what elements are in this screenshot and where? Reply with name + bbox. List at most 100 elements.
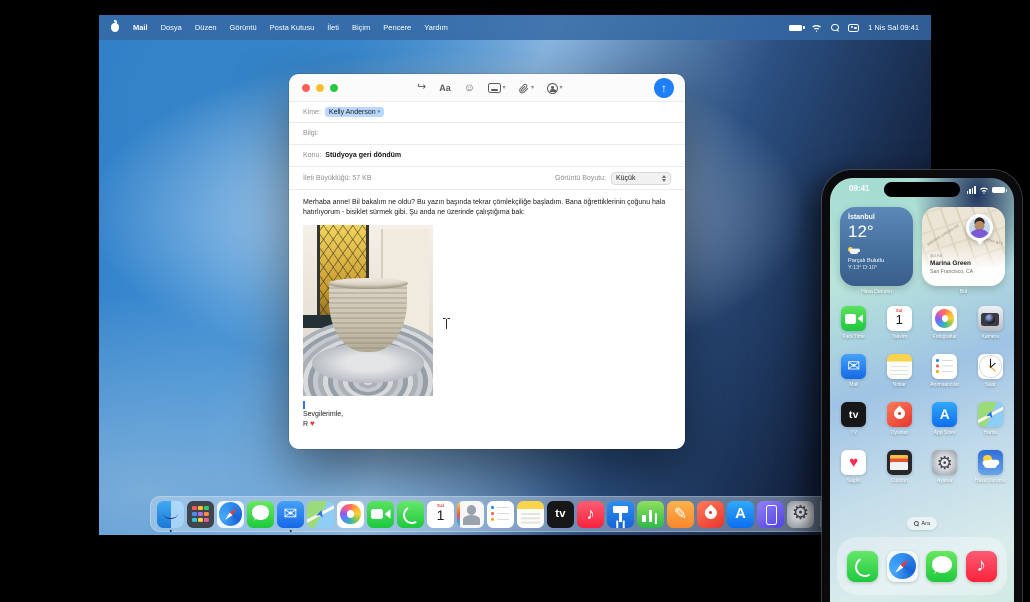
iphone-app-mail[interactable]: Mail (832, 354, 876, 402)
app-label: Saat (985, 382, 995, 388)
apple-menu-icon[interactable] (111, 23, 119, 32)
emoji-button[interactable]: ☺ (464, 83, 475, 94)
menu-items: Mail Dosya Düzen Görüntü Posta Kutusu İleti Bi… (133, 23, 461, 32)
iphone-dock-muzik[interactable] (966, 551, 997, 582)
iphone-dock-mesajlar[interactable] (926, 551, 957, 582)
iphone-app-takvim[interactable]: Sal1Takvim (877, 306, 921, 354)
menu-bar-clock[interactable]: 1 Nis Sal 09:41 (868, 23, 919, 32)
numbers-icon (637, 501, 664, 528)
insert-more-button[interactable]: ▾ (547, 83, 563, 94)
dock-item-numbers[interactable] (637, 501, 664, 528)
subject-field[interactable]: Konu: Stüdyoya geri döndüm (289, 145, 685, 167)
dock-item-games[interactable] (697, 501, 724, 528)
iphone-app-harita[interactable]: Harita (968, 402, 1012, 450)
iphone-app-notlar[interactable]: Notlar (877, 354, 921, 402)
iphone-app-ayarlar[interactable]: Ayarlar (923, 450, 967, 498)
menu-dosya[interactable]: Dosya (161, 23, 182, 32)
dock-item-launchpad[interactable] (187, 501, 214, 528)
weather-widget[interactable]: İstanbul 12° Parçalı Bulutlu Y:13° D:10° (840, 207, 913, 286)
reminders-icon (487, 501, 514, 528)
iphone-app-hava-durumu[interactable]: Hava Durumu (968, 450, 1012, 498)
iphone-app-c-zdan[interactable]: Cüzdan (877, 450, 921, 498)
messages-icon (247, 501, 274, 528)
dock-item-photos[interactable] (337, 501, 364, 528)
battery-icon[interactable] (789, 25, 802, 31)
message-body[interactable]: Merhaba anne! Bil bakalım ne oldu? Bu ya… (289, 190, 685, 449)
app-label: Anımsatıcılar (930, 382, 959, 388)
dock-item-maps[interactable] (307, 501, 334, 528)
dock-item-notes[interactable] (517, 501, 544, 528)
undo-button[interactable]: ↩ (417, 83, 426, 94)
dock-item-music[interactable] (577, 501, 604, 528)
avatar (969, 217, 990, 238)
muzik-icon (966, 551, 997, 582)
findmy-widget[interactable]: MARINA GREEN DR MARINA BLV Şu An Marina … (922, 207, 1005, 286)
attach-button[interactable]: ▾ (518, 83, 534, 94)
chevron-down-icon: ▾ (502, 85, 505, 91)
menu-mail[interactable]: Mail (133, 23, 148, 32)
iphone-app-saat[interactable]: Saat (968, 354, 1012, 402)
iphone-app-oyunlar[interactable]: Oyunlar (877, 402, 921, 450)
dock-item-reminders[interactable] (487, 501, 514, 528)
zoom-button[interactable] (330, 84, 338, 92)
telefon-icon (847, 551, 878, 582)
minimize-button[interactable] (316, 84, 324, 92)
cc-field[interactable]: Bilgi: (289, 123, 685, 145)
app-label: Ayarlar (937, 478, 953, 484)
recipient-token[interactable]: Kelly Anderson ▾ (325, 107, 384, 117)
dock-item-finder[interactable] (157, 501, 184, 528)
dock-item-messages[interactable] (247, 501, 274, 528)
menu-yard-m[interactable]: Yardım (424, 23, 448, 32)
iphone-app-kamera[interactable]: Kamera (968, 306, 1012, 354)
format-button[interactable]: Aa (439, 84, 451, 93)
image-size-dropdown[interactable]: Küçük (611, 172, 671, 185)
dock-item-phone[interactable] (397, 501, 424, 528)
close-button[interactable] (302, 84, 310, 92)
menu-g-r-nt-[interactable]: Görüntü (230, 23, 257, 32)
iphone-app-tv[interactable]: TV (832, 402, 876, 450)
dock-item-iphone-mirroring[interactable] (757, 501, 784, 528)
pottery-photo-attachment[interactable] (303, 225, 433, 396)
oyunlar-icon (887, 402, 912, 427)
menu-i-leti[interactable]: İleti (327, 23, 339, 32)
dock-item-mail[interactable] (277, 501, 304, 528)
dock-item-keynote[interactable] (607, 501, 634, 528)
dock-item-pages[interactable] (667, 501, 694, 528)
app-label: Cüzdan (891, 478, 908, 484)
dock-item-calendar[interactable]: Sal1 (427, 501, 454, 528)
iphone-app-foto-raflar[interactable]: Fotoğraflar (923, 306, 967, 354)
iphone-app-app-store[interactable]: App Store (923, 402, 967, 450)
games-icon (697, 501, 724, 528)
message-paragraph: Merhaba anne! Bil bakalım ne oldu? Bu ya… (303, 198, 671, 218)
message-size-row: İleti Büyüklüğü: 57 KB Görüntü Boyutu: K… (289, 167, 685, 190)
spotlight-search-pill[interactable]: Ara (907, 517, 937, 530)
iphone-app-sa-l-k[interactable]: Sağlık (832, 450, 876, 498)
dock-item-facetime[interactable] (367, 501, 394, 528)
wifi-icon[interactable] (811, 23, 822, 32)
menu-d-zen[interactable]: Düzen (195, 23, 217, 32)
send-button[interactable]: ↑ (654, 78, 674, 98)
photo-browser-icon (488, 83, 501, 93)
facetime-icon (841, 306, 866, 331)
iphone-app-facetime[interactable]: FaceTime (832, 306, 876, 354)
photo-browser-button[interactable]: ▾ (488, 83, 506, 93)
dock-item-contacts[interactable] (457, 501, 484, 528)
menu-pencere[interactable]: Pencere (383, 23, 411, 32)
to-field[interactable]: Kime: Kelly Anderson ▾ (289, 102, 685, 123)
control-center-icon[interactable] (848, 24, 859, 32)
dock-item-tv[interactable] (547, 501, 574, 528)
menu-posta-kutusu[interactable]: Posta Kutusu (270, 23, 315, 32)
dock-item-app-store[interactable] (727, 501, 754, 528)
iphone-app-an-msat-c-lar[interactable]: Anımsatıcılar (923, 354, 967, 402)
window-titlebar[interactable]: ↩ Aa ☺ ▾ ▾ ▾ ↑ (289, 74, 685, 102)
iphone-dock-telefon[interactable] (847, 551, 878, 582)
menu-bi-im[interactable]: Biçim (352, 23, 370, 32)
iphone-dock-safari[interactable] (887, 551, 918, 582)
dock-item-safari[interactable] (217, 501, 244, 528)
notlar-icon (887, 354, 912, 379)
spotlight-icon[interactable] (831, 24, 839, 32)
menu-bar: Mail Dosya Düzen Görüntü Posta Kutusu İleti Bi… (99, 15, 931, 40)
dropdown-arrows-icon (662, 175, 666, 182)
foto-raflar-icon (932, 306, 957, 331)
dock-item-system-settings[interactable] (787, 501, 814, 528)
